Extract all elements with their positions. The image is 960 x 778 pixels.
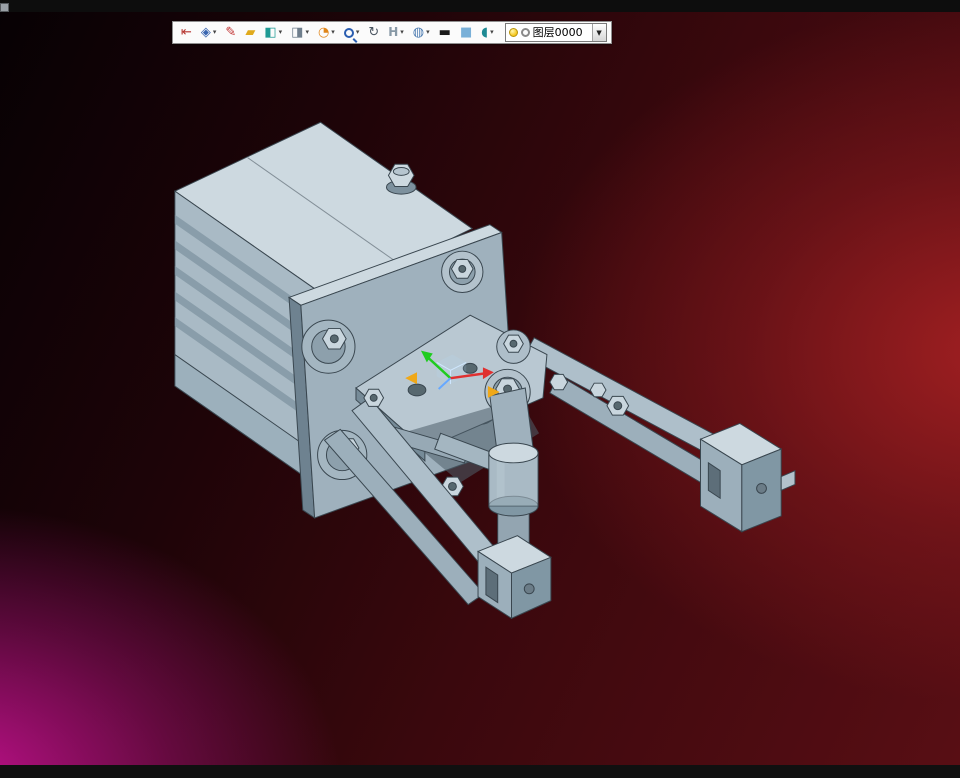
- model-boss-top-left[interactable]: [301, 319, 356, 374]
- yellow-block-button[interactable]: ▰: [241, 23, 259, 42]
- window-corner-artifact: [0, 3, 9, 12]
- chevron-down-icon[interactable]: ▾: [213, 23, 217, 42]
- render-sphere-icon: ◍: [412, 25, 425, 40]
- chevron-down-icon[interactable]: ▾: [305, 23, 309, 42]
- white-cube-button[interactable]: ◨ ▾: [287, 23, 313, 42]
- magnifier-icon: [343, 27, 354, 38]
- render-mode-button[interactable]: ◍ ▾: [409, 23, 434, 42]
- layer-selector[interactable]: 图层0000 ▼: [504, 23, 607, 42]
- orange-pie-icon: ◔: [317, 25, 330, 40]
- application-window: ⇤ ◈ ▾ ✎ ▰ ◧ ▾ ◨ ▾ ◔ ▾ ▾ ↻ H ▾ ◍ ▾ ▬ ■ ◖ ▾ 图层000…: [0, 0, 960, 778]
- teal-cube-button[interactable]: ◧ ▾: [260, 23, 286, 42]
- grid-h-icon: H: [388, 25, 399, 39]
- shaded-view-icon: ◖: [481, 25, 489, 40]
- layer-state-icon[interactable]: [520, 28, 530, 37]
- grid-button[interactable]: H ▾: [384, 23, 408, 42]
- model-lower-finger[interactable]: [476, 535, 552, 620]
- pencil-button[interactable]: ✎: [221, 23, 240, 42]
- model-canvas[interactable]: [0, 12, 960, 765]
- chevron-down-icon[interactable]: ▾: [490, 23, 494, 42]
- chevron-down-icon[interactable]: ▾: [356, 23, 360, 42]
- color-swatch-button[interactable]: ■: [456, 23, 476, 42]
- layer-dropdown-arrow[interactable]: ▼: [591, 24, 606, 41]
- shaded-view-button[interactable]: ◖ ▾: [477, 23, 497, 42]
- model-boss-top-right[interactable]: [441, 250, 484, 294]
- chevron-down-icon[interactable]: ▾: [426, 23, 430, 42]
- chevron-down-icon[interactable]: ▾: [331, 23, 335, 42]
- pencil-icon: ✎: [225, 25, 237, 40]
- line-width-icon: ▬: [438, 25, 451, 40]
- orange-pie-button[interactable]: ◔ ▾: [314, 23, 339, 42]
- model-top-fitting-left[interactable]: [385, 163, 417, 195]
- zoom-button[interactable]: ▾: [340, 23, 364, 42]
- layer-name: 图层0000: [532, 26, 583, 39]
- exit-door-button[interactable]: ⇤: [177, 23, 196, 42]
- exit-door-icon: ⇤: [181, 25, 192, 40]
- top-window-strip: [0, 0, 960, 12]
- model-upper-finger[interactable]: [699, 422, 796, 533]
- line-width-button[interactable]: ▬: [435, 23, 455, 42]
- bottom-window-strip: [0, 765, 960, 778]
- teal-cube-icon: ◧: [264, 25, 277, 40]
- rotate-view-button[interactable]: ↻: [364, 23, 383, 42]
- chevron-down-icon[interactable]: ▾: [279, 23, 283, 42]
- yellow-block-icon: ▰: [245, 25, 256, 40]
- rotate-view-icon: ↻: [368, 25, 380, 40]
- view-cube-icon: ◈: [200, 25, 211, 40]
- white-cube-icon: ◨: [291, 25, 304, 40]
- color-swatch-icon: ■: [459, 25, 473, 40]
- 3d-viewport[interactable]: [0, 12, 960, 765]
- lightbulb-icon[interactable]: [508, 28, 518, 37]
- chevron-down-icon[interactable]: ▾: [400, 23, 404, 42]
- view-cube-button[interactable]: ◈ ▾: [197, 23, 221, 42]
- main-toolbar: ⇤ ◈ ▾ ✎ ▰ ◧ ▾ ◨ ▾ ◔ ▾ ▾ ↻ H ▾ ◍ ▾ ▬ ■ ◖ ▾ 图层000…: [172, 21, 612, 44]
